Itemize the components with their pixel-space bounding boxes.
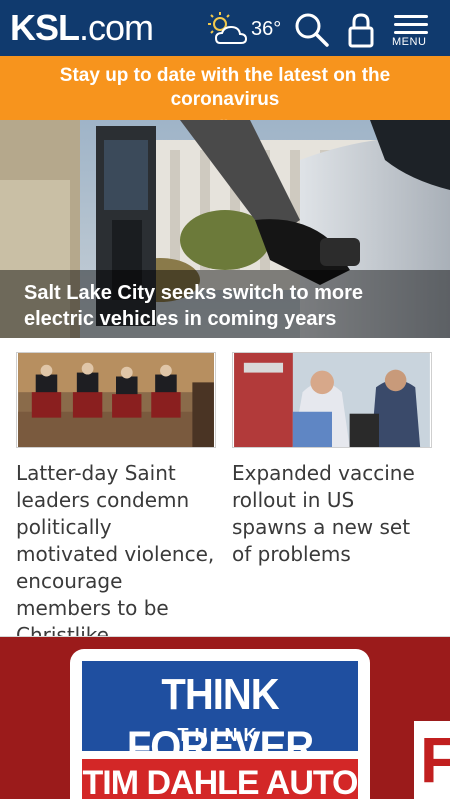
menu-label: MENU <box>392 36 427 48</box>
ksl-logo[interactable]: KSL.com <box>10 6 154 50</box>
ad-subline: THINK <box>177 725 263 745</box>
logo-ksl-text: KSL <box>10 7 80 48</box>
menu-bar-line <box>394 15 428 18</box>
story-title[interactable]: Latter-day Saint leaders condemn politic… <box>16 460 216 649</box>
menu-bar-line <box>394 31 428 34</box>
search-icon <box>295 13 329 47</box>
menu-bar-line <box>394 23 428 26</box>
coronavirus-alert-banner[interactable]: Stay up to date with the latest on the c… <box>0 56 450 134</box>
partly-cloudy-icon <box>208 12 248 44</box>
account-button[interactable] <box>344 12 378 48</box>
logo-dotcom-text: .com <box>79 7 154 48</box>
menu-button[interactable]: MENU <box>392 12 432 50</box>
hero-story[interactable]: Salt Lake City seeks switch to more elec… <box>0 120 450 338</box>
alert-text: Stay up to date with the latest on the c… <box>59 65 391 110</box>
user-icon <box>348 13 374 48</box>
story-thumbnail-vaccine <box>232 352 432 448</box>
story-title[interactable]: Expanded vaccine rollout in US spawns a … <box>232 460 432 568</box>
search-button[interactable] <box>294 12 330 48</box>
hero-headline[interactable]: Salt Lake City seeks switch to more elec… <box>0 270 450 338</box>
weather-temperature: 36° <box>251 18 282 40</box>
story-card[interactable]: Expanded vaccine rollout in US spawns a … <box>232 352 432 568</box>
ad-brand: TIM DAHLE AUTO <box>82 764 359 799</box>
site-header: KSL.com 36° MENU <box>0 0 450 56</box>
advertisement-banner[interactable]: THINK FOREVER THINK TIM DAHLE AUTO F <box>0 637 450 799</box>
ad-stripe <box>82 751 358 759</box>
weather-widget[interactable]: 36° <box>206 10 286 48</box>
ad-edge-letter: F <box>420 724 450 796</box>
story-card[interactable]: Latter-day Saint leaders condemn politic… <box>16 352 216 649</box>
story-thumbnail-church-leaders <box>16 352 216 448</box>
